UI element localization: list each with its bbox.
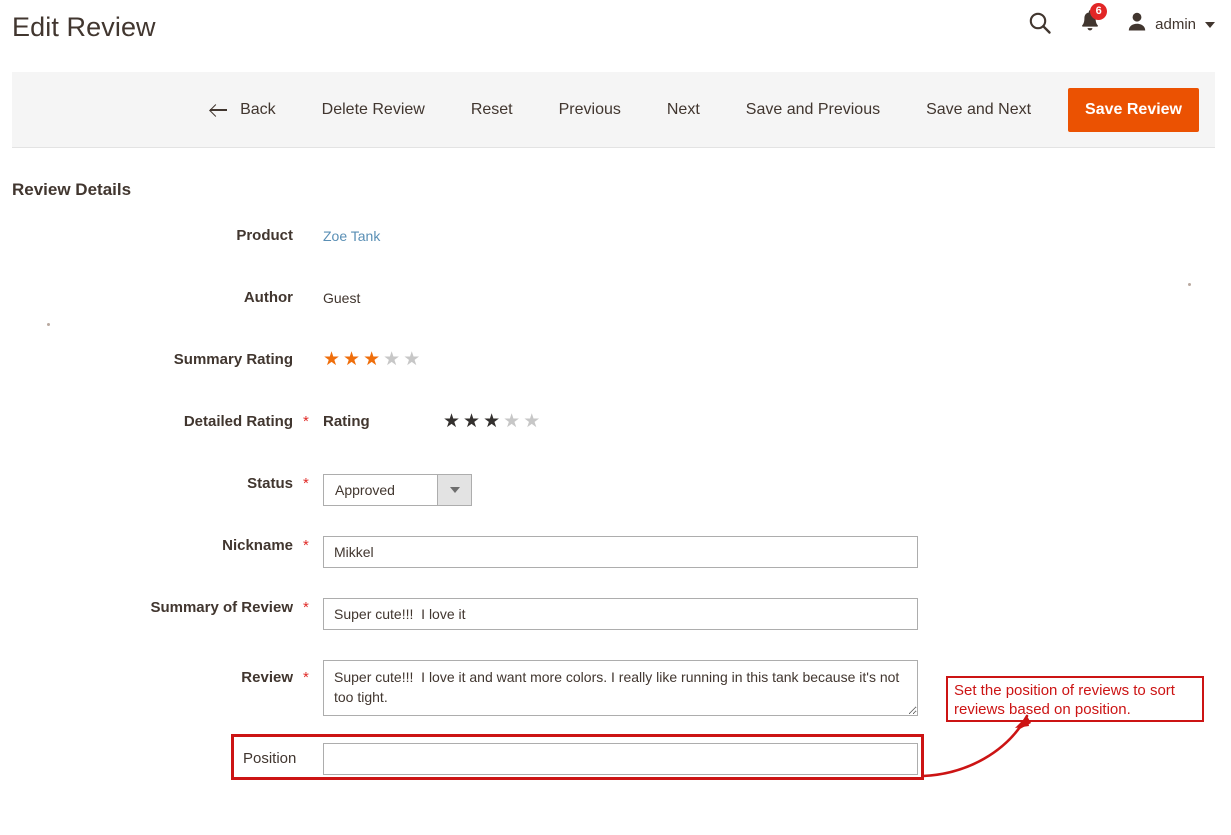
status-selected-value: Approved xyxy=(324,475,437,505)
nickname-required-marker: * xyxy=(303,536,309,556)
star-icon: ★ xyxy=(383,350,400,370)
bell-icon xyxy=(1079,21,1101,38)
review-required-marker: * xyxy=(303,668,309,688)
detailed-rating-label: Detailed Rating xyxy=(0,412,293,432)
summary-of-review-required-marker: * xyxy=(303,598,309,618)
back-button[interactable]: Back xyxy=(192,90,299,130)
star-icon: ★ xyxy=(403,350,420,370)
artifact-dot-left xyxy=(47,323,50,326)
star-icon: ★ xyxy=(463,412,480,432)
position-highlight-box: Position xyxy=(231,734,924,780)
field-row-nickname: Nickname * xyxy=(0,536,1231,598)
back-button-label: Back xyxy=(240,90,276,130)
position-input[interactable] xyxy=(323,743,918,775)
section-title: Review Details xyxy=(12,180,131,200)
status-select[interactable]: Approved xyxy=(323,474,472,506)
chevron-down-icon xyxy=(437,475,471,505)
detailed-rating-required-marker: * xyxy=(303,412,309,432)
page-actions-toolbar: Back Delete Review Reset Previous Next S… xyxy=(12,72,1215,148)
field-row-summary-rating: Summary Rating ★★★★★ xyxy=(0,350,1231,412)
review-textarea[interactable] xyxy=(323,660,918,716)
summary-rating-stars: ★★★★★ xyxy=(323,350,420,370)
position-label: Position xyxy=(243,750,296,767)
save-and-next-button[interactable]: Save and Next xyxy=(903,90,1054,130)
admin-account-menu[interactable]: admin xyxy=(1127,11,1215,38)
delete-review-button[interactable]: Delete Review xyxy=(299,90,448,130)
save-review-button[interactable]: Save Review xyxy=(1068,88,1199,132)
nickname-label: Nickname xyxy=(0,536,293,556)
chevron-down-icon xyxy=(1205,22,1215,28)
star-icon: ★ xyxy=(323,350,340,370)
artifact-dot-right xyxy=(1188,283,1191,286)
field-row-detailed-rating: Detailed Rating * Rating ★★★★★ xyxy=(0,412,1231,474)
save-and-previous-button[interactable]: Save and Previous xyxy=(723,90,903,130)
summary-rating-label: Summary Rating xyxy=(0,350,293,370)
reset-button[interactable]: Reset xyxy=(448,90,536,130)
page-title: Edit Review xyxy=(12,12,156,43)
star-icon: ★ xyxy=(503,412,520,432)
product-link[interactable]: Zoe Tank xyxy=(323,228,380,244)
page-header: Edit Review 6 xyxy=(0,0,1231,60)
header-actions: 6 admin xyxy=(1027,10,1215,39)
author-label: Author xyxy=(0,288,293,308)
annotation-text: Set the position of reviews to sort revi… xyxy=(954,681,1196,719)
author-value: Guest xyxy=(323,290,360,306)
star-icon: ★ xyxy=(343,350,360,370)
user-icon xyxy=(1127,11,1147,38)
detailed-rating-name: Rating xyxy=(323,412,443,432)
field-row-status: Status * Approved xyxy=(0,474,1231,536)
field-row-product: Product Zoe Tank xyxy=(0,226,1231,288)
status-label: Status xyxy=(0,474,293,494)
field-row-position: Position xyxy=(0,734,1231,794)
product-label: Product xyxy=(0,226,293,246)
star-icon: ★ xyxy=(363,350,380,370)
admin-username: admin xyxy=(1155,16,1196,33)
summary-of-review-input[interactable] xyxy=(323,598,918,630)
star-icon: ★ xyxy=(523,412,540,432)
status-required-marker: * xyxy=(303,474,309,494)
review-label: Review xyxy=(0,668,293,688)
nickname-input[interactable] xyxy=(323,536,918,568)
search-icon xyxy=(1027,10,1053,39)
previous-button[interactable]: Previous xyxy=(536,90,644,130)
field-row-author: Author Guest xyxy=(0,288,1231,350)
search-button[interactable] xyxy=(1027,10,1053,39)
annotation-callout: Set the position of reviews to sort revi… xyxy=(946,676,1204,722)
field-row-summary-of-review: Summary of Review * xyxy=(0,598,1231,660)
notifications-button[interactable]: 6 xyxy=(1079,10,1101,39)
arrow-left-icon xyxy=(210,103,229,117)
star-icon: ★ xyxy=(443,412,460,432)
star-icon: ★ xyxy=(483,412,500,432)
summary-of-review-label: Summary of Review xyxy=(0,598,293,618)
next-button[interactable]: Next xyxy=(644,90,723,130)
detailed-rating-stars[interactable]: ★★★★★ xyxy=(443,412,540,432)
notification-count-badge: 6 xyxy=(1090,3,1107,20)
